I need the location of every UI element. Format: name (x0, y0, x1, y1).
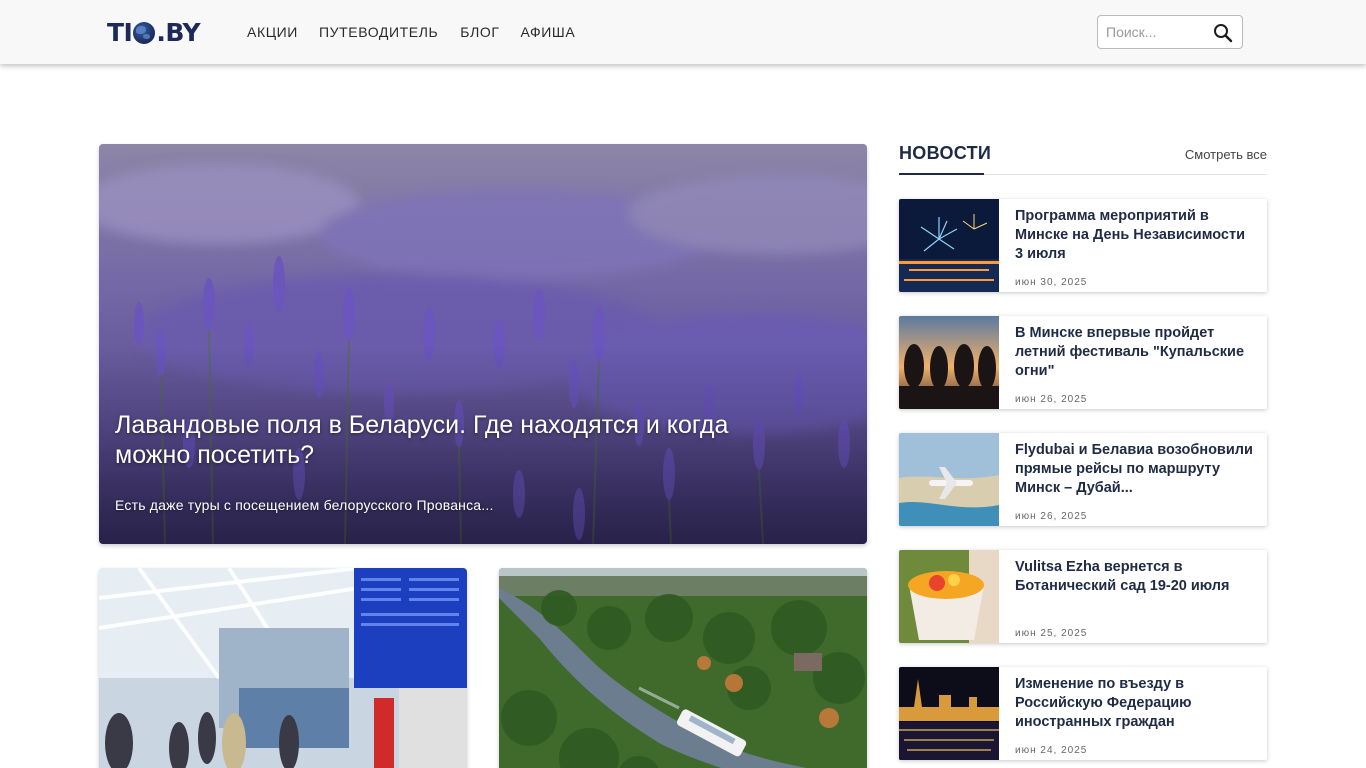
nav-item-putevoditel[interactable]: ПУТЕВОДИТЕЛЬ (319, 23, 438, 41)
airplane-over-dubai-thumbnail (899, 433, 999, 526)
see-all-news-link[interactable]: Смотреть все (1185, 147, 1267, 162)
search-icon[interactable] (1213, 23, 1233, 43)
news-item[interactable]: В Минске впервые пройдет летний фестивал… (899, 316, 1267, 409)
news-section-header: НОВОСТИ Смотреть все (899, 140, 1267, 175)
news-item-title: Изменение по въезду в Российскую Федерац… (1015, 676, 1192, 730)
article-card-airport[interactable] (99, 568, 467, 768)
logo-text-ti: TI (107, 17, 133, 47)
food-cup-thumbnail (899, 550, 999, 643)
news-item-date: июн 25, 2025 (1015, 628, 1088, 639)
logo-text-by: .BY (156, 17, 201, 47)
news-item-date: июн 30, 2025 (1015, 277, 1088, 288)
news-item-date: июн 26, 2025 (1015, 394, 1088, 405)
news-item-title: В Минске впервые пройдет летний фестивал… (1015, 325, 1245, 379)
news-item-title: Программа мероприятий в Минске на День Н… (1015, 208, 1245, 262)
nav-item-akcii[interactable]: АКЦИИ (247, 23, 298, 41)
site-header: TI .BY АКЦИИ ПУТЕВОДИТЕЛЬ БЛОГ АФИША (0, 0, 1366, 64)
news-item[interactable]: Программа мероприятий в Минске на День Н… (899, 199, 1267, 292)
nav-item-afisha[interactable]: АФИША (521, 23, 576, 41)
globe-icon (133, 22, 156, 44)
airport-terminal-image (99, 568, 467, 768)
kremlin-night-thumbnail (899, 667, 999, 760)
nav-item-blog[interactable]: БЛОГ (460, 23, 499, 41)
search-input[interactable] (1106, 22, 1206, 42)
fireworks-thumbnail (899, 199, 999, 292)
featured-article[interactable]: Лавандовые поля в Беларуси. Где находятс… (99, 144, 867, 544)
featured-article-title: Лавандовые поля в Беларуси. Где находятс… (115, 411, 729, 469)
lavender-field-image (99, 144, 867, 544)
article-card-river[interactable] (499, 568, 867, 768)
news-item[interactable]: Flydubai и Белавиа возобновили прямые ре… (899, 433, 1267, 526)
news-heading: НОВОСТИ (899, 143, 992, 163)
main-nav: АКЦИИ ПУТЕВОДИТЕЛЬ БЛОГ АФИША (247, 23, 596, 41)
news-item-title: Vulitsa Ezha вернется в Ботанический сад… (1015, 559, 1230, 594)
news-item-date: июн 26, 2025 (1015, 511, 1088, 522)
news-heading-underline (899, 173, 984, 175)
news-item-date: июн 24, 2025 (1015, 745, 1088, 756)
site-logo[interactable]: TI .BY (107, 17, 201, 47)
festival-silhouettes-thumbnail (899, 316, 999, 409)
featured-article-subtitle: Есть даже туры с посещением белорусского… (115, 497, 494, 513)
news-item[interactable]: Vulitsa Ezha вернется в Ботанический сад… (899, 550, 1267, 643)
search-box (1097, 15, 1243, 49)
news-item-title: Flydubai и Белавиа возобновили прямые ре… (1015, 442, 1253, 496)
river-cruise-image (499, 568, 867, 768)
news-item[interactable]: Изменение по въезду в Российскую Федерац… (899, 667, 1267, 760)
